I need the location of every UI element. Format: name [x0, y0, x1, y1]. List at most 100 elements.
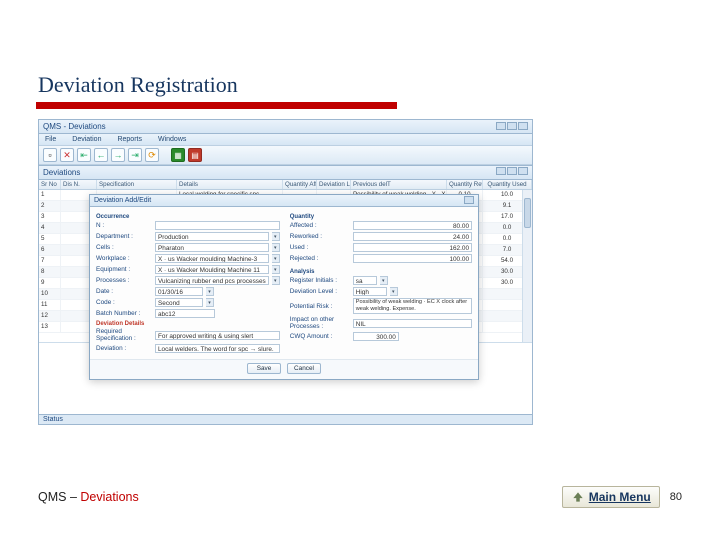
menu-windows[interactable]: Windows: [158, 136, 186, 143]
new-doc-icon[interactable]: ▫: [43, 148, 57, 162]
reqspec-label: Required Specification :: [96, 328, 152, 342]
batch-field[interactable]: abc12: [155, 309, 215, 318]
dialog-close-button[interactable]: [464, 196, 474, 204]
dialog-titlebar: Deviation Add/Edit: [90, 195, 478, 207]
department-label: Department :: [96, 233, 152, 240]
menu-file[interactable]: File: [45, 136, 56, 143]
used-label: Used :: [290, 244, 350, 251]
cells-label: Cells :: [96, 244, 152, 251]
main-menu-label: Main Menu: [589, 490, 651, 504]
refresh-icon[interactable]: ⟳: [145, 148, 159, 162]
pane-min-button[interactable]: [496, 167, 506, 175]
equipment-dropdown-icon[interactable]: ▾: [272, 265, 280, 274]
processes-field[interactable]: Vulcanizing rubber end pcs processes: [155, 276, 269, 285]
cancel-button[interactable]: Cancel: [287, 363, 321, 374]
deviation-details-heading: Deviation Details: [96, 321, 280, 327]
cwq-label: CWQ Amount :: [290, 333, 350, 340]
col-srno[interactable]: Sr No: [39, 180, 61, 189]
occurrence-heading: Occurrence: [96, 214, 280, 220]
reginit-dropdown-icon[interactable]: ▾: [380, 276, 388, 285]
nav-last-icon[interactable]: ⇥: [128, 148, 142, 162]
deviations-pane-title: Deviations: [39, 165, 532, 180]
close-button[interactable]: [518, 122, 528, 130]
app-window: QMS - Deviations File Deviation Reports …: [38, 119, 533, 425]
analysis-heading: Analysis: [290, 269, 472, 275]
affected-field[interactable]: 80.00: [353, 221, 472, 230]
main-menu-button[interactable]: Main Menu: [562, 486, 660, 508]
workplace-field[interactable]: X · us Wacker moulding Machine-3: [155, 254, 269, 263]
grid-header: Sr No Dis N. Specification Details Quant…: [39, 180, 532, 190]
col-details[interactable]: Details: [177, 180, 283, 189]
nav-prev-icon[interactable]: ←: [94, 148, 108, 162]
department-dropdown-icon[interactable]: ▾: [272, 232, 280, 241]
department-field[interactable]: Production: [155, 232, 269, 241]
grid-body: 1Local welding for specific spcPossibili…: [39, 190, 532, 342]
col-spec[interactable]: Specification: [97, 180, 177, 189]
status-bar: Status: [39, 414, 532, 424]
delete-icon[interactable]: ✕: [60, 148, 74, 162]
app-titlebar: QMS - Deviations: [39, 120, 532, 134]
min-button[interactable]: [496, 122, 506, 130]
n-label: N :: [96, 222, 152, 229]
rejected-field[interactable]: 100.00: [353, 254, 472, 263]
reworked-field[interactable]: 24.00: [353, 232, 472, 241]
page-title: Deviation Registration: [38, 72, 682, 98]
accent-divider: [36, 102, 397, 109]
date-picker-icon[interactable]: ▾: [206, 287, 214, 296]
nav-first-icon[interactable]: ⇤: [77, 148, 91, 162]
deviation-edit-dialog: Deviation Add/Edit Occurrence N : Depart…: [89, 194, 479, 380]
deviation-field[interactable]: Local welders. The word for spc → slure.: [155, 344, 280, 353]
used-field[interactable]: 162.00: [353, 243, 472, 252]
vertical-scrollbar[interactable]: [522, 190, 532, 342]
equipment-label: Equipment :: [96, 266, 152, 273]
menubar: File Deviation Reports Windows: [39, 134, 532, 146]
devlevel-label: Deviation Level :: [290, 288, 350, 295]
n-field[interactable]: [155, 221, 280, 230]
page-number: 80: [670, 491, 682, 503]
reqspec-field[interactable]: For approved writing & using slert: [155, 331, 280, 340]
menu-deviation[interactable]: Deviation: [72, 136, 101, 143]
menu-reports[interactable]: Reports: [117, 136, 142, 143]
save-button[interactable]: Save: [247, 363, 281, 374]
devlevel-field[interactable]: High: [353, 287, 387, 296]
col-prev[interactable]: Previous delT: [351, 180, 447, 189]
max-button[interactable]: [507, 122, 517, 130]
toolbar: ▫ ✕ ⇤ ← → ⇥ ⟳ ▦ ▤: [39, 146, 532, 165]
equipment-field[interactable]: X · us Wacker Moulding Machine 11: [155, 265, 269, 274]
batch-label: Batch Number :: [96, 310, 152, 317]
footer-text-b: Deviations: [80, 490, 138, 504]
deviations-pane-label: Deviations: [43, 168, 80, 177]
excel-icon[interactable]: ▦: [171, 148, 185, 162]
reworked-label: Reworked :: [290, 233, 350, 240]
code-dropdown-icon[interactable]: ▾: [206, 298, 214, 307]
cells-field[interactable]: Pharaton: [155, 243, 269, 252]
pane-max-button[interactable]: [507, 167, 517, 175]
processes-dropdown-icon[interactable]: ▾: [272, 276, 280, 285]
impact-field[interactable]: NIL: [353, 319, 472, 328]
chart-icon[interactable]: ▤: [188, 148, 202, 162]
pane-close-button[interactable]: [518, 167, 528, 175]
footer-breadcrumb: QMS – Deviations: [38, 490, 139, 504]
nav-next-icon[interactable]: →: [111, 148, 125, 162]
processes-label: Processes :: [96, 277, 152, 284]
dialog-title: Deviation Add/Edit: [94, 197, 151, 204]
cwq-field[interactable]: 300.00: [353, 332, 399, 341]
potrisk-field[interactable]: Possibility of weak welding · EC X clock…: [353, 298, 472, 314]
app-title-text: QMS - Deviations: [43, 122, 106, 131]
col-dev-level[interactable]: Deviation Level: [317, 180, 351, 189]
reginit-label: Register Initials :: [290, 277, 350, 284]
workplace-dropdown-icon[interactable]: ▾: [272, 254, 280, 263]
date-field[interactable]: 01/30/16: [155, 287, 203, 296]
col-qty-affected[interactable]: Quantity Affected: [283, 180, 317, 189]
rejected-label: Rejected :: [290, 255, 350, 262]
reginit-field[interactable]: sa: [353, 276, 377, 285]
up-arrow-icon: [571, 490, 585, 504]
code-label: Code :: [96, 299, 152, 306]
cells-dropdown-icon[interactable]: ▾: [272, 243, 280, 252]
devlevel-dropdown-icon[interactable]: ▾: [390, 287, 398, 296]
col-disn[interactable]: Dis N.: [61, 180, 97, 189]
code-field[interactable]: Second: [155, 298, 203, 307]
impact-label: Impact on other Processes :: [290, 316, 350, 330]
col-qty-used[interactable]: Quantity Used: [483, 180, 532, 189]
col-qty-reworked[interactable]: Quantity Reworked: [447, 180, 483, 189]
